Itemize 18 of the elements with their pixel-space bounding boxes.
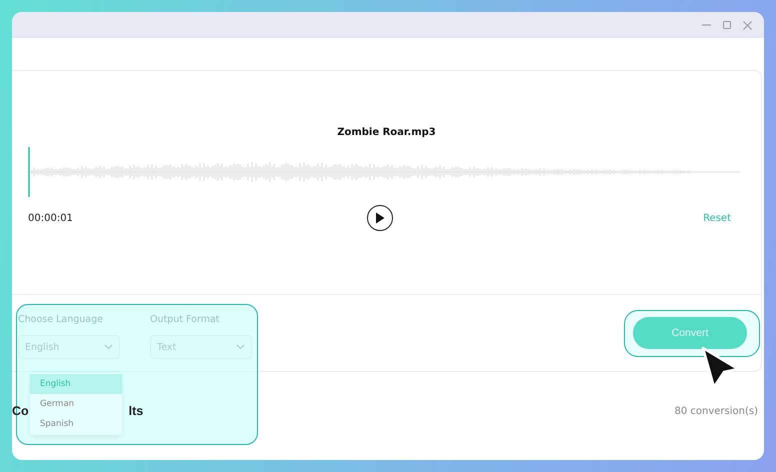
- reset-link[interactable]: Reset: [671, 212, 731, 224]
- play-icon: [374, 212, 384, 224]
- convert-button[interactable]: Convert: [633, 317, 747, 349]
- chevron-down-icon: [104, 344, 113, 350]
- results-heading: lts: [128, 404, 144, 418]
- language-label: Choose Language: [18, 314, 104, 325]
- output-format-label: Output Format: [150, 314, 220, 325]
- close-icon[interactable]: [743, 20, 752, 30]
- minimize-icon[interactable]: [702, 24, 711, 26]
- file-name: Zombie Roar.mp3: [336, 127, 437, 138]
- chevron-down-icon: [236, 344, 245, 350]
- playback-time: 00:00:01: [28, 212, 74, 224]
- language-option[interactable]: Spanish: [30, 414, 122, 434]
- conversion-count: 80 conversion(s): [674, 406, 758, 416]
- play-button[interactable]: [366, 205, 392, 231]
- maximize-icon[interactable]: [723, 21, 731, 29]
- language-option[interactable]: English: [30, 374, 122, 394]
- language-option[interactable]: German: [30, 394, 122, 414]
